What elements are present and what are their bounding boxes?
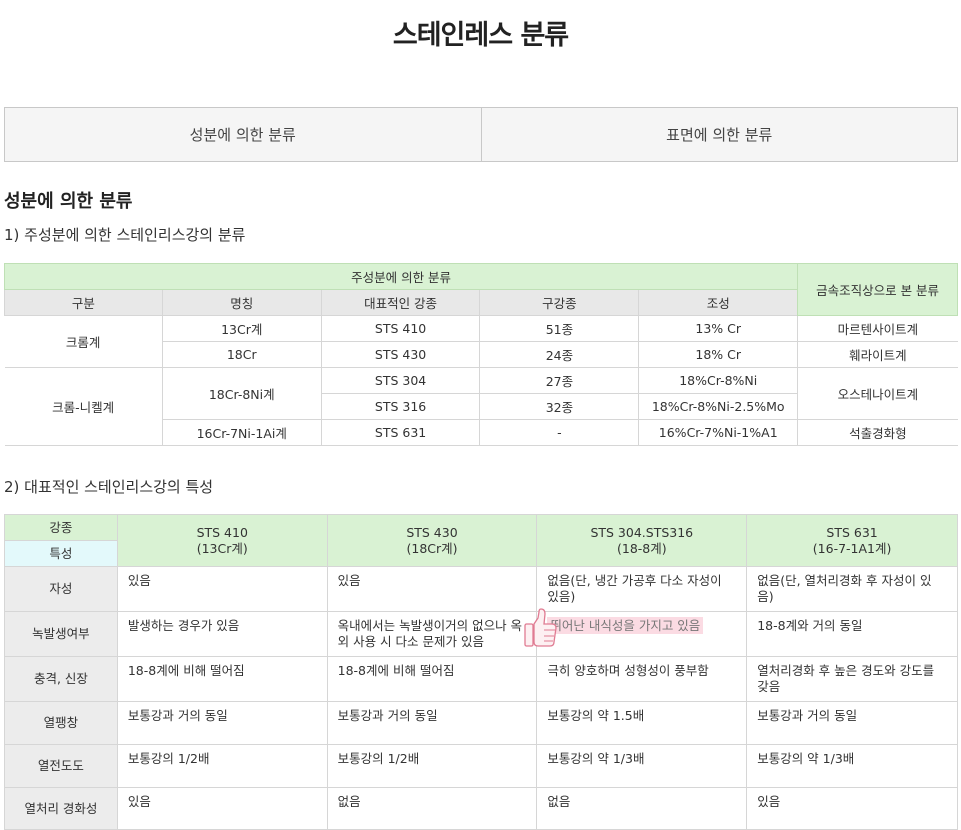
table-cell: 보통강의 1/2배 (326, 744, 538, 788)
header-steel: 대표적인 강종 (320, 289, 481, 316)
table-row: 녹발생여부 발생하는 경우가 있음 옥내에서는 녹발생이거의 없으나 옥외 사용… (4, 611, 958, 657)
corner-property-label: 특성 (4, 540, 118, 567)
row-label: 자성 (4, 566, 118, 612)
table-row: 열처리 경화성 있음 없음 없음 있음 (4, 787, 958, 830)
group-header: 주성분에 의한 분류 (3, 263, 799, 290)
header-category: 구분 (4, 289, 163, 316)
table-cell: 발생하는 경우가 있음 (116, 611, 328, 657)
name-cell: 18Cr (161, 341, 322, 368)
page-title: 스테인레스 분류 (392, 20, 569, 51)
tab-bar: 성분에 의한 분류 표면에 의한 분류 (4, 107, 958, 162)
tab-surface[interactable]: 표면에 의한 분류 (481, 107, 958, 162)
table-cell: 18-8계에 비해 떨어짐 (116, 656, 328, 702)
steel-cell: STS 631 (320, 419, 481, 446)
structure-cell: 오스테나이트계 (797, 367, 958, 420)
table-cell: 있음 (116, 787, 328, 830)
count-cell: 24종 (479, 341, 640, 368)
table-cell: 뛰어난 내식성을 가지고 있음 (536, 611, 748, 657)
table-cell: 보통강의 약 1.5배 (536, 701, 748, 745)
count-cell: - (479, 419, 640, 446)
table-cell: 있음 (116, 566, 328, 612)
table-row: 크롬-니켈계 18Cr-8Ni계 STS 304 27종 18%Cr-8%Ni … (4, 367, 958, 446)
steel-cell: STS 410 (320, 315, 481, 342)
column-header: STS 304.STS316 (18-8계) (536, 514, 748, 567)
table-cell: 18-8계에 비해 떨어짐 (326, 656, 538, 702)
category-cell: 크롬계 (4, 315, 163, 368)
table-cell: 없음 (326, 787, 538, 830)
table-cell: 보통강과 거의 동일 (116, 701, 328, 745)
table-cell: 있음 (746, 787, 958, 830)
table-cell: 극히 양호하며 성형성이 풍부함 (536, 656, 748, 702)
row-label: 열팽창 (4, 701, 118, 745)
table-cell: 있음 (326, 566, 538, 612)
composition-cell: 18% Cr (638, 341, 799, 368)
name-cell: 16Cr-7Ni-1Ai계 (161, 419, 322, 446)
table-row: 열전도도 보통강의 1/2배 보통강의 1/2배 보통강의 약 1/3배 보통강… (4, 744, 958, 788)
table-cell: 없음(단, 열처리경화 후 자성이 있음) (746, 566, 958, 612)
structure-cell: 석출경화형 (797, 419, 958, 446)
row-label: 열처리 경화성 (4, 787, 118, 830)
row-label: 충격, 신장 (4, 656, 118, 702)
header-count: 구강종 (479, 289, 640, 316)
composition-cell: 16%Cr-7%Ni-1%A1 (638, 419, 799, 446)
steel-cell: STS 316 (320, 393, 481, 420)
table-cell: 보통강과 거의 동일 (326, 701, 538, 745)
properties-table: 강종 STS 410 (13Cr계) STS 430 (18Cr계) STS 304… (4, 514, 958, 830)
highlighted-text: 뛰어난 내식성을 가지고 있음 (547, 617, 704, 634)
composition-table: 주성분에 의한 분류 금속조직상으로 본 분류 구분 명칭 대표적인 강종 구강… (3, 263, 958, 446)
count-cell: 51종 (479, 315, 640, 342)
table-cell: 보통강의 약 1/3배 (746, 744, 958, 788)
row-label: 녹발생여부 (4, 611, 118, 657)
steel-cell: STS 304 (320, 367, 481, 394)
name-cell: 18Cr-8Ni계 (161, 367, 322, 420)
column-header: STS 430 (18Cr계) (326, 514, 538, 567)
table-cell: 보통강의 약 1/3배 (536, 744, 748, 788)
steel-cell: STS 430 (320, 341, 481, 368)
table-cell: 보통강의 1/2배 (116, 744, 328, 788)
table-cell: 열처리경화 후 높은 경도와 강도를 갖음 (746, 656, 958, 702)
table-row: 열팽창 보통강과 거의 동일 보통강과 거의 동일 보통강의 약 1.5배 보통… (4, 701, 958, 745)
structure-cell: 마르텐사이트계 (797, 315, 958, 342)
table-cell: 없음 (536, 787, 748, 830)
table-row: 자성 있음 있음 없음(단, 냉간 가공후 다소 자성이 있음) 없음(단, 열… (4, 566, 958, 612)
subsection-title-1: 1) 주성분에 의한 스테인리스강의 분류 (4, 226, 246, 244)
composition-cell: 18%Cr-8%Ni-2.5%Mo (638, 393, 799, 420)
section-title: 성분에 의한 분류 (4, 191, 133, 212)
header-composition: 조성 (638, 289, 799, 316)
table-cell: 보통강과 거의 동일 (746, 701, 958, 745)
category-cell: 크롬-니켈계 (4, 367, 163, 446)
structure-header: 금속조직상으로 본 분류 (797, 263, 958, 316)
thumbs-up-icon (524, 608, 557, 647)
table-cell: 옥내에서는 녹발생이거의 없으나 옥외 사용 시 다소 문제가 있음 (326, 611, 538, 657)
header-name: 명칭 (161, 289, 322, 316)
corner-steel-label: 강종 (4, 514, 118, 541)
subsection-title-2: 2) 대표적인 스테인리스강의 특성 (4, 478, 214, 496)
column-header: STS 410 (13Cr계) (116, 514, 328, 567)
column-header: STS 631 (16-7-1A1계) (746, 514, 958, 567)
table-row: 크롬계 13Cr계 STS 410 51종 13% Cr 마르텐사이트계 (4, 315, 958, 368)
structure-cell: 훼라이트계 (797, 341, 958, 368)
tab-composition[interactable]: 성분에 의한 분류 (4, 107, 482, 162)
count-cell: 27종 (479, 367, 640, 394)
table-cell: 18-8계와 거의 동일 (746, 611, 958, 657)
composition-cell: 18%Cr-8%Ni (638, 367, 799, 394)
name-cell: 13Cr계 (161, 315, 322, 342)
composition-cell: 13% Cr (638, 315, 799, 342)
table-row: 충격, 신장 18-8계에 비해 떨어짐 18-8계에 비해 떨어짐 극히 양호… (4, 656, 958, 702)
count-cell: 32종 (479, 393, 640, 420)
table-cell: 없음(단, 냉간 가공후 다소 자성이 있음) (536, 566, 748, 612)
row-label: 열전도도 (4, 744, 118, 788)
